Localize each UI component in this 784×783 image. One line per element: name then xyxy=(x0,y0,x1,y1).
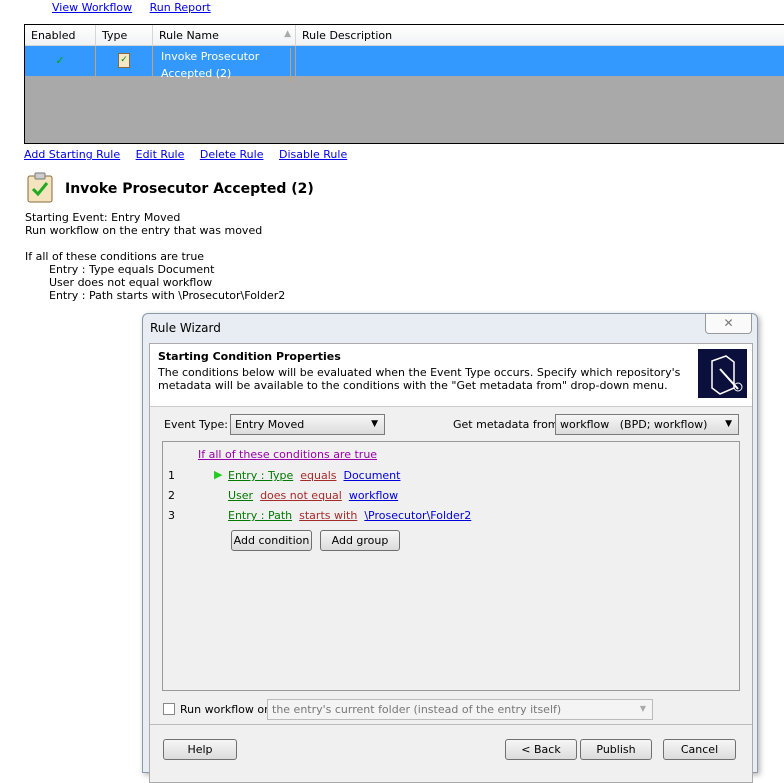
metadata-select[interactable]: workflow (BPD; workflow) ▼ xyxy=(555,414,739,435)
dialog-heading: Starting Condition Properties xyxy=(158,350,341,363)
run-workflow-label: Run workflow on xyxy=(180,703,272,716)
starting-event: Starting Event: Entry Moved xyxy=(25,211,181,224)
condition-number: 1 xyxy=(168,469,175,482)
rule-name-line1: Invoke Prosecutor xyxy=(157,48,291,65)
chevron-down-icon: ▼ xyxy=(371,419,378,429)
rule-wizard-dialog: Rule Wizard ✕ Starting Condition Propert… xyxy=(142,313,758,783)
condition-value[interactable]: workflow xyxy=(349,489,398,502)
rule-description xyxy=(296,46,784,76)
condition-row: Entry : Path starts with \Prosecutor\Fol… xyxy=(228,509,471,522)
metadata-value: workflow (BPD; workflow) xyxy=(560,418,708,431)
add-starting-rule-link[interactable]: Add Starting Rule xyxy=(24,148,120,161)
chevron-down-icon: ▼ xyxy=(639,704,646,713)
dialog-title: Rule Wizard xyxy=(150,321,221,335)
delete-rule-link[interactable]: Delete Rule xyxy=(200,148,264,161)
rules-table: Enabled Type Rule Name ▲ Rule Description… xyxy=(24,24,784,144)
condition-value[interactable]: \Prosecutor\Folder2 xyxy=(364,509,471,522)
dialog-description: The conditions below will be evaluated w… xyxy=(158,366,681,392)
conditions-panel: If all of these conditions are true 1 ▶ … xyxy=(162,441,740,691)
divider xyxy=(150,724,752,725)
condition-text: Entry : Path starts with \Prosecutor\Fol… xyxy=(49,289,286,302)
condition-text: Entry : Type equals Document xyxy=(49,263,215,276)
clipboard-check-icon: ✓ xyxy=(96,46,153,76)
run-workflow-value: the entry's current folder (instead of t… xyxy=(272,703,562,716)
condition-operator[interactable]: starts with xyxy=(299,509,357,522)
condition-number: 2 xyxy=(168,489,175,502)
condition-number: 3 xyxy=(168,509,175,522)
condition-field[interactable]: Entry : Path xyxy=(228,509,292,522)
rule-actions: Add Starting Rule Edit Rule Delete Rule … xyxy=(24,148,359,161)
back-button[interactable]: < Back xyxy=(505,739,577,760)
clipboard-check-icon xyxy=(24,172,56,204)
condition-row: User does not equal workflow xyxy=(228,489,398,502)
sort-asc-icon: ▲ xyxy=(284,29,291,39)
top-links: View Workflow Run Report xyxy=(52,1,225,14)
condition-row: Entry : Type equals Document xyxy=(228,469,400,482)
condition-operator[interactable]: equals xyxy=(300,469,336,482)
condition-field[interactable]: Entry : Type xyxy=(228,469,293,482)
col-rule-name[interactable]: Rule Name ▲ xyxy=(153,25,296,45)
run-workflow-checkbox[interactable] xyxy=(163,703,175,715)
table-row[interactable]: ✓ ✓ Invoke Prosecutor Accepted (2) xyxy=(25,46,784,82)
dialog-header: Starting Condition Properties The condit… xyxy=(150,344,752,407)
rule-name-line2: Accepted (2) xyxy=(157,65,291,82)
help-button[interactable]: Help xyxy=(163,739,237,760)
close-button[interactable]: ✕ xyxy=(705,314,752,334)
col-type[interactable]: Type xyxy=(96,25,153,45)
event-type-value: Entry Moved xyxy=(235,418,305,431)
add-group-button[interactable]: Add group xyxy=(320,530,400,551)
cancel-button[interactable]: Cancel xyxy=(663,739,736,760)
metadata-label: Get metadata from: xyxy=(453,418,563,431)
conditions-header: If all of these conditions are true xyxy=(25,250,205,263)
run-on-text: Run workflow on the entry that was moved xyxy=(25,224,263,237)
edit-rule-link[interactable]: Edit Rule xyxy=(136,148,185,161)
condition-text: User does not equal workflow xyxy=(49,276,213,289)
condition-group-link[interactable]: If all of these conditions are true xyxy=(198,448,377,461)
chevron-down-icon: ▼ xyxy=(725,419,732,429)
condition-value[interactable]: Document xyxy=(343,469,400,482)
run-workflow-select[interactable]: the entry's current folder (instead of t… xyxy=(267,699,653,720)
publish-button[interactable]: Publish xyxy=(580,739,652,760)
add-condition-button[interactable]: Add condition xyxy=(231,530,312,551)
rule-title: Invoke Prosecutor Accepted (2) xyxy=(65,181,314,197)
condition-operator[interactable]: does not equal xyxy=(260,489,342,502)
col-enabled[interactable]: Enabled xyxy=(25,25,96,45)
run-report-link[interactable]: Run Report xyxy=(150,1,211,14)
disable-rule-link[interactable]: Disable Rule xyxy=(279,148,347,161)
col-rule-description[interactable]: Rule Description xyxy=(296,25,784,45)
col-rule-name-label: Rule Name xyxy=(159,29,219,42)
view-workflow-link[interactable]: View Workflow xyxy=(52,1,132,14)
event-type-select[interactable]: Entry Moved ▼ xyxy=(230,414,385,435)
server-key-icon xyxy=(698,349,747,398)
table-header: Enabled Type Rule Name ▲ Rule Description xyxy=(25,25,784,46)
event-type-label: Event Type: xyxy=(164,418,228,431)
condition-field[interactable]: User xyxy=(228,489,253,502)
dialog-body: Starting Condition Properties The condit… xyxy=(149,343,753,783)
check-icon[interactable]: ✓ xyxy=(25,46,96,76)
play-arrow-icon: ▶ xyxy=(214,468,223,481)
